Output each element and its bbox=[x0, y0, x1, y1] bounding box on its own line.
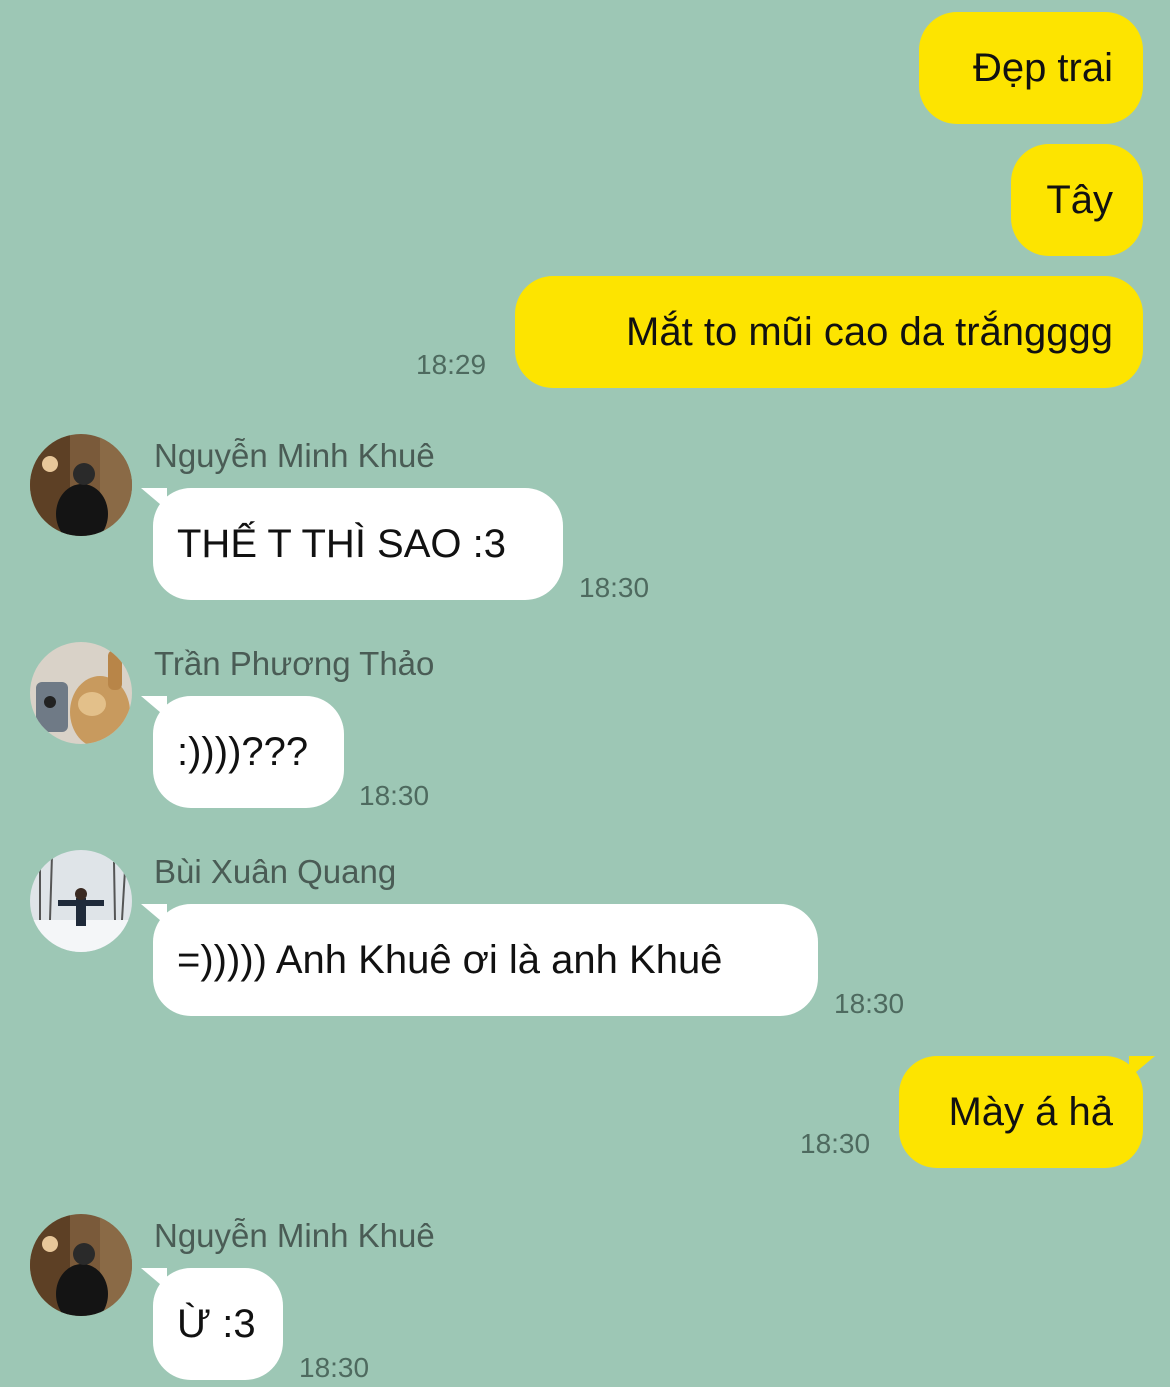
message-text: Tây bbox=[1046, 178, 1113, 222]
outgoing-message-bubble[interactable]: Mày á hả bbox=[899, 1056, 1155, 1168]
message-text: =))))) Anh Khuê ơi là anh Khuê bbox=[177, 938, 723, 982]
incoming-message-bubble[interactable]: :))))??? bbox=[141, 696, 344, 808]
message-timestamp: 18:30 bbox=[359, 780, 430, 811]
incoming-message-bubble[interactable]: THẾ T THÌ SAO :3 bbox=[141, 488, 563, 600]
sender-name: Nguyễn Minh Khuê bbox=[154, 1217, 435, 1254]
message-timestamp: 18:30 bbox=[834, 988, 905, 1019]
bubble-tail bbox=[141, 696, 167, 718]
outgoing-message-bubble[interactable]: Mắt to mũi cao da trắngggg bbox=[515, 276, 1143, 388]
chat-screen: Đẹp trai Tây 18:29 Mắt to mũi cao da trắ… bbox=[0, 0, 1170, 1387]
sender-name: Bùi Xuân Quang bbox=[154, 853, 397, 890]
message-timestamp: 18:30 bbox=[579, 572, 650, 603]
user-avatar-photo-icon bbox=[30, 1214, 132, 1316]
incoming-message-bubble[interactable]: =))))) Anh Khuê ơi là anh Khuê bbox=[141, 904, 818, 1016]
message-timestamp: 18:30 bbox=[800, 1128, 871, 1159]
incoming-message-bubble[interactable]: Ừ :3 bbox=[141, 1268, 283, 1380]
message-text: Ừ :3 bbox=[177, 1302, 256, 1346]
sender-avatar[interactable] bbox=[30, 1214, 132, 1316]
message-timestamp: 18:30 bbox=[299, 1352, 370, 1383]
message-text: :))))??? bbox=[177, 730, 309, 774]
sender-avatar[interactable] bbox=[30, 642, 132, 744]
user-avatar-photo-icon bbox=[30, 434, 132, 536]
snow-avatar-photo-icon bbox=[30, 850, 132, 952]
cat-avatar-photo-icon bbox=[30, 642, 132, 744]
outgoing-message-bubble[interactable]: Tây bbox=[1011, 144, 1143, 256]
bubble-tail bbox=[141, 1268, 167, 1290]
bubble-tail bbox=[141, 488, 167, 510]
outgoing-message-bubble[interactable]: Đẹp trai bbox=[919, 12, 1143, 124]
message-text: THẾ T THÌ SAO :3 bbox=[177, 522, 506, 566]
message-text: Mày á hả bbox=[948, 1090, 1113, 1134]
message-text: Đẹp trai bbox=[972, 46, 1113, 90]
sender-avatar[interactable] bbox=[30, 434, 132, 536]
sender-name: Trần Phương Thảo bbox=[154, 645, 435, 682]
bubble-tail bbox=[141, 904, 167, 926]
sender-avatar[interactable] bbox=[30, 850, 132, 952]
message-timestamp: 18:29 bbox=[416, 349, 487, 380]
message-text: Mắt to mũi cao da trắngggg bbox=[626, 310, 1113, 354]
sender-name: Nguyễn Minh Khuê bbox=[154, 437, 435, 474]
bubble-tail bbox=[1129, 1056, 1155, 1078]
